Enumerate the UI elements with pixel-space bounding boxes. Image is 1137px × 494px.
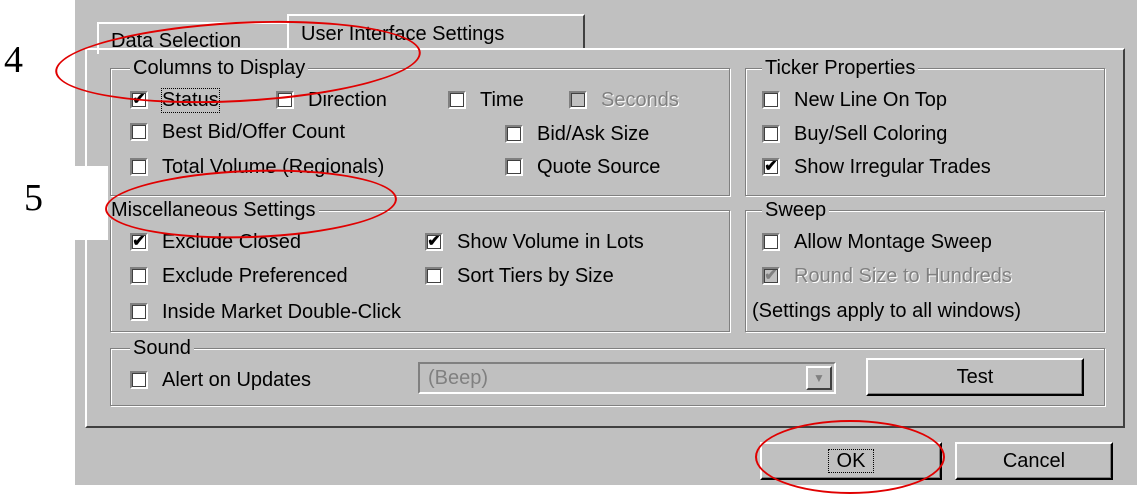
checkbox-box[interactable]: ✔	[130, 233, 148, 251]
checkbox-box[interactable]	[505, 125, 523, 143]
checkbox-label: Buy/Sell Coloring	[794, 122, 948, 145]
sound-select-value: (Beep)	[428, 367, 489, 389]
checkbox-best-bid-offer-count[interactable]: Best Bid/Offer Count	[130, 120, 345, 144]
checkbox-box[interactable]	[569, 91, 587, 109]
checkbox-box[interactable]	[130, 267, 148, 285]
test-button[interactable]: Test	[866, 358, 1084, 396]
checkbox-label: Best Bid/Offer Count	[162, 120, 346, 143]
checkbox-exclude-preferenced[interactable]: Exclude Preferenced	[130, 264, 348, 288]
checkbox-bid-ask-size[interactable]: Bid/Ask Size	[505, 122, 649, 146]
checkbox-label: Inside Market Double-Click	[162, 300, 401, 323]
checkbox-label: Seconds	[601, 88, 679, 111]
checkbox-box[interactable]	[448, 91, 466, 109]
checkbox-show-volume-in-lots[interactable]: ✔ Show Volume in Lots	[425, 230, 644, 254]
checkbox-seconds[interactable]: Seconds	[569, 88, 679, 112]
checkbox-label: Time	[480, 88, 524, 111]
annotation-number-4: 4	[4, 39, 23, 81]
checkbox-time[interactable]: Time	[448, 88, 524, 112]
checkbox-new-line-on-top[interactable]: New Line On Top	[762, 88, 947, 112]
checkbox-label: Allow Montage Sweep	[794, 230, 992, 253]
checkbox-label: Show Volume in Lots	[457, 230, 644, 253]
cancel-button[interactable]: Cancel	[955, 442, 1113, 480]
checkbox-allow-montage-sweep[interactable]: Allow Montage Sweep	[762, 230, 992, 254]
checkbox-label: Quote Source	[537, 155, 661, 178]
annotation-ellipse-ok	[755, 420, 945, 494]
group-title-sound: Sound	[130, 338, 194, 358]
checkbox-label: Bid/Ask Size	[537, 122, 650, 145]
checkbox-quote-source[interactable]: Quote Source	[505, 155, 660, 179]
checkbox-box[interactable]	[505, 158, 523, 176]
checkbox-box[interactable]	[762, 125, 780, 143]
checkbox-label: New Line On Top	[794, 88, 948, 111]
checkbox-box[interactable]: ✔	[762, 158, 780, 176]
checkbox-box[interactable]: ✔	[425, 233, 443, 251]
checkbox-label: Sort Tiers by Size	[457, 264, 614, 287]
checkbox-label: Exclude Preferenced	[162, 264, 348, 287]
checkbox-label: Alert on Updates	[162, 368, 311, 391]
checkbox-sort-tiers-by-size[interactable]: Sort Tiers by Size	[425, 264, 614, 288]
checkbox-box[interactable]	[130, 371, 148, 389]
checkbox-box[interactable]	[130, 303, 148, 321]
checkbox-box[interactable]	[425, 267, 443, 285]
checkbox-label: Show Irregular Trades	[794, 155, 991, 178]
group-title-sweep: Sweep	[762, 200, 830, 220]
checkbox-buy-sell-coloring[interactable]: Buy/Sell Coloring	[762, 122, 947, 146]
chevron-down-icon[interactable]: ▼	[806, 366, 832, 390]
checkbox-show-irregular-trades[interactable]: ✔ Show Irregular Trades	[762, 155, 991, 179]
sweep-note: (Settings apply to all windows)	[752, 300, 1022, 322]
annotation-number-5: 5	[24, 177, 43, 219]
checkbox-box[interactable]: ✔	[762, 267, 780, 285]
checkbox-box[interactable]	[762, 91, 780, 109]
checkbox-alert-on-updates[interactable]: Alert on Updates	[130, 368, 311, 392]
group-title-ticker: Ticker Properties	[762, 58, 919, 78]
sound-select[interactable]: (Beep) ▼	[418, 362, 836, 394]
checkbox-box[interactable]	[762, 233, 780, 251]
checkbox-label: Round Size to Hundreds	[794, 264, 1012, 287]
checkbox-round-size-to-hundreds[interactable]: ✔ Round Size to Hundreds	[762, 264, 1012, 288]
checkbox-box[interactable]	[130, 158, 148, 176]
checkbox-box[interactable]	[130, 123, 148, 141]
checkbox-inside-market-double-click[interactable]: Inside Market Double-Click	[130, 300, 401, 324]
